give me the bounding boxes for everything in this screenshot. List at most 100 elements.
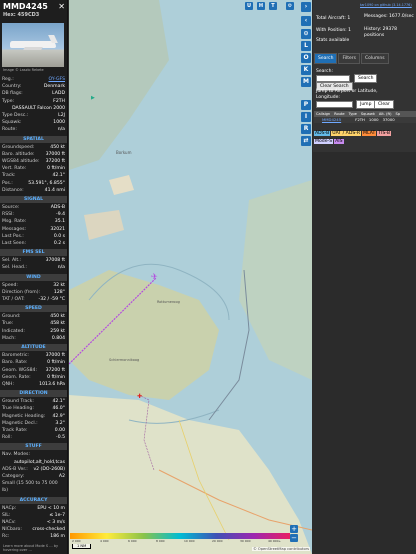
side-button-r[interactable]: R [301,124,311,134]
side-button-l[interactable]: L [301,41,311,51]
spatial-row: Groundspeed: 450 kt [0,144,67,151]
jump-button[interactable]: Jump [356,100,376,109]
stuff-label: Category: [2,473,25,479]
stuff-section: Nav. Modes: autopilot,alt_hold,tcas ADS-B … [0,451,67,494]
signal-value: 0.0 s [53,233,65,239]
altitude-value: 0 ft/min [47,374,65,380]
zoom-out-button[interactable]: − [290,534,298,542]
identity-value: n/a [57,127,65,133]
side-button-i[interactable]: I [301,112,311,122]
vessel-marker-icon[interactable]: ▶ [91,95,95,101]
identity-value: DASSAULT Falcon 2000 [12,105,65,111]
clear-jump-button[interactable]: Clear [374,100,394,109]
place-label-borkum: Borkum [116,150,132,155]
spatial-value: 450 kt [50,144,65,150]
section-direction: DIRECTION [0,390,67,398]
aircraft-photo[interactable] [2,23,64,67]
cell-type: F2TH [355,117,365,122]
legend-mode-s: Mode-S [314,139,334,144]
map-button-h[interactable]: H [257,2,265,10]
map-button-t[interactable]: T [269,2,277,10]
spatial-row: Distance: 41.4 nmi [0,187,67,194]
speed-label: Mach: [2,335,16,341]
speed-label: Ground: [2,314,21,320]
side-button-extra[interactable]: ⇄ [301,136,311,146]
collapse-arrow-icon[interactable]: › [301,2,311,12]
airport-marker-icon[interactable]: ✚ [137,393,142,400]
direction-value: 3.2° [55,420,65,426]
speed-value: 0.804 [51,335,65,341]
back-arrow-icon[interactable]: ‹ [301,16,311,26]
version-link[interactable]: tar1090 on github (3.14.1776) [360,3,412,7]
jump-input[interactable] [316,101,353,108]
direction-value: 42.9° [52,413,65,419]
stuff-row: Category: A2 [0,473,67,480]
accuracy-label: NICbaro: [2,527,22,533]
signal-row: Msg. Rate: 35.1 [0,218,67,225]
map-canvas[interactable]: Borkum Rottumeroog Schiermonnikoog ✈ ✚ ▶… [69,0,312,554]
direction-value: 46.0° [52,406,65,412]
side-button-p[interactable]: P [301,100,311,110]
map-credit[interactable]: © OpenStreetMap contributors [252,547,310,551]
cell-alt: 37000 [382,117,395,122]
spatial-label: Baro. altitude: [2,151,35,157]
side-button-m[interactable]: M [301,77,311,87]
spatial-row: Pos.: 53.591°, 6.855° [0,180,67,187]
fmssel-label: Sel. Head.: [2,265,27,271]
signal-label: Msg. Rate: [2,219,27,225]
direction-label: Magnetic Decl.: [2,420,38,426]
signal-row: RSSI: -9.4 [0,211,67,218]
table-row[interactable]: MMD4245 F2TH 1000 37000 [314,117,416,123]
stuff-label: ADS-B Ver.: [2,466,28,472]
direction-row: Roll: -0.5 [0,434,67,441]
fmssel-value: 37008 ft [45,258,65,264]
identity-value: F2TH [53,98,65,104]
side-button-o[interactable]: O [301,53,311,63]
source-legend: ADS-B UAT / ADS-R MLAT TIS-B [314,131,392,136]
tab-search[interactable]: Search [314,53,338,64]
identity-section: Reg.: OY-GFS Country: Denmark DB flags: LADD T… [0,76,67,134]
section-speed: SPEED [0,305,67,313]
cell-squawk: 1000 [368,117,379,122]
tab-filters[interactable]: Filters [338,53,360,64]
place-label-schiermonnikoog: Schiermonnikoog [109,358,140,362]
identity-value[interactable]: OY-GFS [49,76,66,83]
stuff-row: Small (15 500 to 75 000 lb) [0,480,67,494]
altitude-row: QNH: 1013.6 hPa [0,381,67,388]
identity-row: Type Desc.: L2J [0,112,67,119]
wind-row: Speed: 32 kt [0,282,67,289]
speed-row: True: 458 kt [0,320,67,327]
aircraft-info-panel: MMD4245 Hex: 459CD3 ✕ Image © Laszlo Rek… [0,0,68,554]
close-icon[interactable]: ✕ [58,2,65,11]
search-button[interactable]: Search [354,74,378,83]
identity-value: LADD [52,91,65,97]
accuracy-row: NACv: < 3 m/s [0,519,67,526]
fmssel-value: n/a [57,265,65,271]
wind-label: TAT / OAT: [2,297,25,303]
speed-row: Indicated: 259 kt [0,328,67,335]
speed-value: 259 kt [50,328,65,334]
map-button-u[interactable]: U [245,2,253,10]
reset-view-icon[interactable]: ⊙ [301,29,311,39]
tab-columns[interactable]: Columns [360,53,389,64]
altitude-value: 0 ft/min [47,360,65,366]
stuff-row: autopilot,alt_hold,tcas [0,459,67,466]
spatial-value: 41.4 nmi [44,187,65,193]
legend-uat-ads-r: UAT / ADS-R [331,131,362,136]
side-button-k[interactable]: K [301,65,311,75]
search-input[interactable] [316,75,350,82]
wind-label: Speed: [2,282,18,288]
signal-row: Messages: 32021 [0,226,67,233]
search-label: Search: [316,69,333,74]
identity-row: Country: Denmark [0,83,67,90]
zoom-in-button[interactable]: + [290,525,298,533]
stats-available-link[interactable]: Stats available [316,38,349,43]
settings-gear-icon[interactable]: ⚙ [286,2,294,10]
direction-label: Magnetic Heading: [2,413,46,419]
stuff-value: v2 (DO-260B) [33,466,65,472]
altitude-row: Geom. Rate: 0 ft/min [0,374,67,381]
total-aircraft: Total Aircraft: 1 [316,16,351,21]
map-scale-bar: 1 NM [72,544,92,549]
aircraft-marker-icon[interactable]: ✈ [151,272,158,281]
altitude-label: Barometric: [2,353,29,359]
